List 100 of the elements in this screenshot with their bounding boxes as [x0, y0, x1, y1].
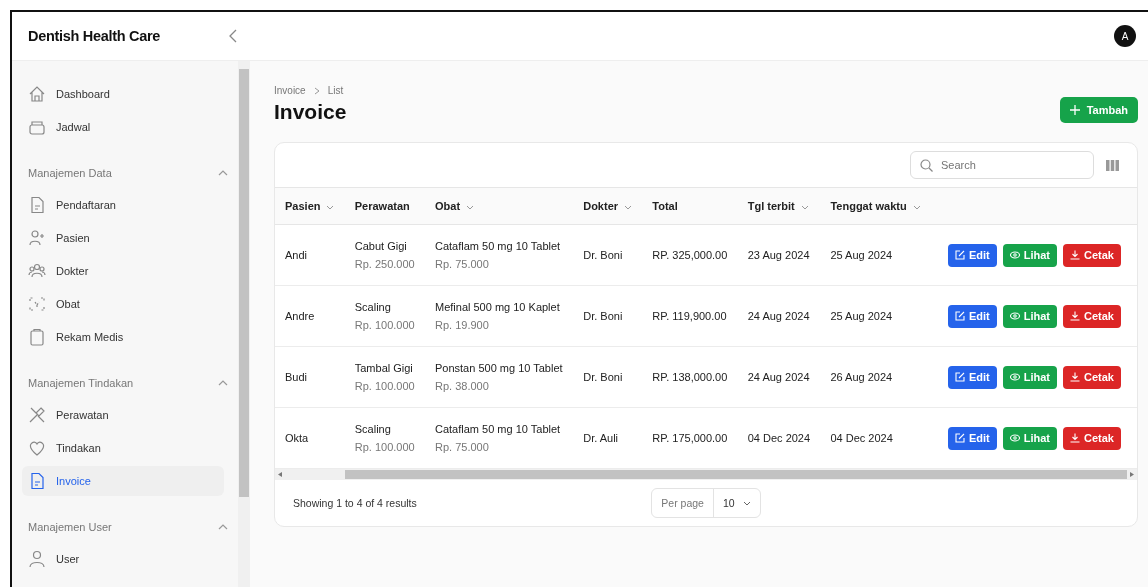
table-cell: 24 Aug 2024 [747, 371, 810, 383]
table-cell: Budi [285, 371, 308, 383]
table-cell: 25 Aug 2024 [830, 310, 893, 322]
edit-button[interactable]: Edit [947, 426, 997, 450]
print-button[interactable]: Cetak [1063, 426, 1121, 450]
table-cell: Ponstan 500 mg 10 Tablet [435, 362, 564, 374]
table-cell-text: Rp. 75.000 [435, 441, 490, 453]
chevron-icon[interactable] [218, 524, 228, 530]
table-cell-text: Scaling [354, 301, 392, 313]
eye-icon [1009, 311, 1020, 321]
user-plus-icon [28, 229, 46, 247]
sort-icon [466, 204, 475, 210]
collapse-icon[interactable] [228, 29, 238, 43]
nav-item[interactable]: Invoice [22, 466, 224, 496]
table-cell-text: Rp. 19.900 [435, 319, 490, 331]
chevron-icon [313, 86, 320, 95]
nav-item[interactable]: Jadwal [22, 112, 224, 142]
eye-icon [1009, 372, 1020, 382]
eye-icon [1009, 433, 1020, 443]
table-cell: Andre [285, 310, 315, 322]
download-icon [1070, 433, 1081, 443]
heart-icon [28, 439, 46, 457]
print-button[interactable]: Cetak [1063, 304, 1121, 328]
table-cell-text: Cataflam 50 mg 10 Tablet [435, 423, 562, 435]
user-icon [28, 550, 46, 568]
edit-button[interactable]: Edit [947, 304, 997, 328]
nav-item[interactable]: Pasien [22, 223, 224, 253]
section-title: Manajemen Tindakan [28, 377, 134, 389]
table-cell: 26 Aug 2024 [830, 371, 893, 383]
nav-item[interactable]: Dokter [22, 256, 224, 286]
doc-icon [28, 196, 46, 214]
column-header: Perawatan [344, 188, 425, 225]
search-field[interactable]: Search [910, 151, 1094, 179]
nav-item[interactable]: Perawatan [22, 400, 224, 430]
table-cell: 25 Aug 2024 [830, 249, 893, 261]
scroll-left-icon[interactable] [278, 472, 282, 477]
nav-item[interactable]: Tindakan [22, 433, 224, 463]
table-cell-text: Cabut Gigi [354, 240, 408, 252]
table-cell: Dr. Boni [583, 371, 623, 383]
breadcrumb-link[interactable]: Invoice [274, 85, 306, 96]
table-cell: 04 Dec 2024 [830, 432, 893, 444]
search-icon [920, 158, 933, 172]
home-icon [28, 85, 46, 103]
section-title: Manajemen User [28, 521, 112, 533]
chevron-icon[interactable] [218, 380, 228, 386]
avatar[interactable]: A [1114, 25, 1136, 47]
plus-icon [1069, 105, 1080, 115]
edit-icon [954, 250, 965, 260]
table-cell: Andi [285, 249, 308, 261]
eye-icon [1009, 250, 1020, 260]
clipboard-icon [28, 328, 46, 346]
edit-button[interactable]: Edit [947, 365, 997, 389]
print-button[interactable]: Cetak [1063, 365, 1121, 389]
table-cell: Rp. 100.000 [354, 380, 415, 392]
table-cell: Okta [285, 432, 309, 444]
scroll-right-icon[interactable] [1130, 472, 1134, 477]
columns-icon[interactable] [1106, 159, 1119, 171]
nav-item[interactable]: User [22, 544, 224, 574]
results-summary: Showing 1 to 4 of 4 results [293, 497, 418, 509]
column-header[interactable]: Tenggat waktu [820, 188, 932, 225]
table-cell: 24 Aug 2024 [747, 310, 810, 322]
table-cell: 23 Aug 2024 [747, 249, 810, 261]
table-cell: RP. 138,000.00 [652, 371, 728, 383]
download-icon [1070, 372, 1081, 382]
sort-icon [624, 204, 633, 210]
nav-item[interactable]: Dashboard [22, 79, 224, 109]
tools-icon [28, 406, 46, 424]
nav-item[interactable]: Rekam Medis [22, 322, 224, 352]
edit-icon [954, 372, 965, 382]
table-cell: Dr. Boni [583, 310, 623, 322]
column-header: Total [642, 188, 738, 225]
print-button[interactable]: Cetak [1063, 243, 1121, 267]
nav-item[interactable]: Pendaftaran [22, 190, 224, 220]
edit-icon [954, 433, 965, 443]
chevron-icon[interactable] [218, 170, 228, 176]
breadcrumb-link[interactable]: List [327, 85, 344, 96]
column-header[interactable]: Tgl terbit [737, 188, 821, 225]
nav-item[interactable]: Obat [22, 289, 224, 319]
per-page-select[interactable]: Per page 10 [651, 488, 761, 518]
column-header[interactable]: Dokter [573, 188, 643, 225]
scrollbar[interactable] [238, 61, 250, 587]
sort-icon [326, 204, 335, 210]
table-cell: RP. 119,900.00 [652, 310, 727, 322]
table-cell: Rp. 100.000 [354, 319, 415, 331]
column-header[interactable]: Obat [425, 188, 574, 225]
doc-icon [28, 472, 46, 490]
edit-button[interactable]: Edit [947, 243, 997, 267]
table-cell-text: Tambal Gigi [354, 362, 414, 374]
table-cell-text: Rp. 38.000 [435, 380, 490, 392]
table-cell-text: Scaling [354, 423, 392, 435]
scan-icon [28, 295, 46, 313]
page-title: Invoice [274, 100, 347, 124]
table-cell: RP. 325,000.00 [652, 249, 728, 261]
app-title: Dentish Health Care [28, 28, 161, 44]
table-cell: 04 Dec 2024 [747, 432, 811, 444]
table-cell: RP. 175,000.00 [652, 432, 728, 444]
edit-icon [954, 311, 965, 321]
column-header[interactable]: Pasien [275, 188, 345, 225]
table-cell: Dr. Boni [583, 249, 623, 261]
scrollbar[interactable] [275, 469, 1137, 480]
